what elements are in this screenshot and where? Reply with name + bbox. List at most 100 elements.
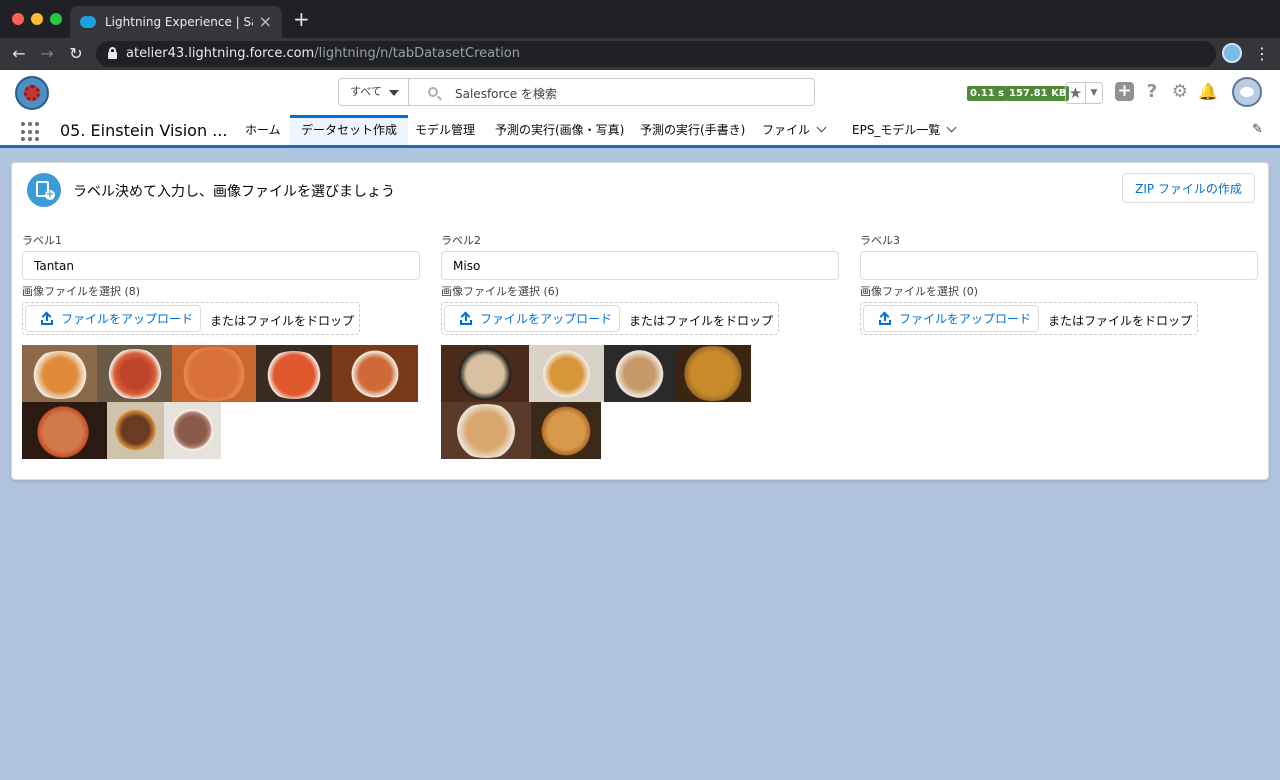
image-thumbnail[interactable] <box>172 345 256 402</box>
global-search-input[interactable]: Salesforce を検索 <box>408 78 815 106</box>
url-text[interactable]: atelier43.lightning.force.com/lightning/… <box>126 46 520 61</box>
user-avatar[interactable] <box>1232 77 1262 107</box>
label-1-image-grid <box>22 345 418 459</box>
page-size-badge: 157.81 KB <box>1006 86 1070 101</box>
favorite-star-icon[interactable]: ★ <box>1066 83 1086 103</box>
url-host: atelier43.lightning.force.com <box>126 46 315 61</box>
app-navigation-bar: 05. Einstein Vision ... ホーム データセット作成 モデル… <box>0 115 1280 148</box>
file-select-1-label: 画像ファイルを選択 (8) <box>22 285 141 298</box>
image-thumbnail[interactable] <box>256 345 332 402</box>
image-thumbnail[interactable] <box>604 345 675 402</box>
app-launcher-icon[interactable] <box>21 122 41 142</box>
search-icon <box>428 87 438 97</box>
image-thumbnail[interactable] <box>107 402 164 459</box>
back-arrow-icon[interactable]: ← <box>9 43 29 65</box>
card-title: ラベル決めて入力し、画像ファイルを選びましょう <box>73 184 395 200</box>
label-column-3: ラベル3 画像ファイルを選択 (0) ファイルをアップロード またはファイルをド… <box>860 233 1258 335</box>
label-column-1: ラベル1 画像ファイルを選択 (8) ファイルをアップロード またはファイルをド… <box>22 233 420 335</box>
upload-icon <box>460 311 472 325</box>
minimize-window-button[interactable] <box>31 13 43 25</box>
label-1-title: ラベル1 <box>22 234 62 247</box>
search-placeholder: Salesforce を検索 <box>455 87 557 101</box>
close-window-button[interactable] <box>12 13 24 25</box>
image-thumbnail[interactable] <box>441 402 531 459</box>
close-tab-icon[interactable]: × <box>259 14 272 30</box>
setup-gear-icon[interactable]: ⚙ <box>1170 82 1190 102</box>
help-icon[interactable]: ? <box>1142 82 1162 102</box>
tab-dataset-creation[interactable]: データセット作成 <box>290 115 409 145</box>
upload-files-button-2[interactable]: ファイルをアップロード <box>444 305 620 332</box>
forward-arrow-icon[interactable]: → <box>37 43 57 65</box>
file-dropzone-1[interactable]: ファイルをアップロード またはファイルをドロップ <box>22 302 360 335</box>
image-thumbnail[interactable] <box>529 345 604 402</box>
image-thumbnail[interactable] <box>97 345 172 402</box>
search-scope-dropdown[interactable]: すべて <box>338 78 409 106</box>
upload-icon <box>879 311 891 325</box>
org-logo[interactable] <box>15 76 49 110</box>
favorites-group: ★ ▼ <box>1065 82 1103 104</box>
drop-files-text: またはファイルをドロップ <box>1048 314 1193 328</box>
browser-tab-title: Lightning Experience | Salesforce <box>105 15 253 29</box>
chevron-down-icon[interactable] <box>816 122 827 133</box>
app-name: 05. Einstein Vision ... <box>60 121 228 140</box>
image-thumbnail[interactable] <box>22 345 97 402</box>
upload-files-button-1[interactable]: ファイルをアップロード <box>25 305 201 332</box>
image-thumbnail[interactable] <box>22 402 107 459</box>
new-tab-icon[interactable]: + <box>293 9 310 29</box>
upload-button-label: ファイルをアップロード <box>480 312 613 326</box>
browser-profile-avatar[interactable] <box>1222 43 1242 63</box>
drop-files-text: またはファイルをドロップ <box>210 314 355 328</box>
upload-button-label: ファイルをアップロード <box>61 312 194 326</box>
dataset-creation-card: + ラベル決めて入力し、画像ファイルを選びましょう ZIP ファイルの作成 ラベ… <box>11 162 1269 480</box>
edit-nav-pencil-icon[interactable]: ✎ <box>1252 122 1263 137</box>
notification-bell-icon[interactable]: 🔔 <box>1198 82 1218 102</box>
search-scope-label: すべて <box>350 85 382 98</box>
browser-tab-strip: Lightning Experience | Salesforce × + <box>0 0 1280 38</box>
image-thumbnail[interactable] <box>332 345 418 402</box>
label-2-image-grid <box>441 345 751 459</box>
upload-files-button-3[interactable]: ファイルをアップロード <box>863 305 1039 332</box>
upload-icon <box>41 311 53 325</box>
tab-model-management[interactable]: モデル管理 <box>404 115 486 145</box>
tab-eps-model-list[interactable]: EPS_モデル一覧 <box>841 115 966 145</box>
salesforce-cloud-icon <box>80 16 96 28</box>
drop-files-text: またはファイルをドロップ <box>629 314 774 328</box>
browser-menu-icon[interactable]: ⋮ <box>1254 43 1270 65</box>
label-3-input[interactable] <box>860 251 1258 280</box>
file-dropzone-2[interactable]: ファイルをアップロード またはファイルをドロップ <box>441 302 779 335</box>
create-zip-button[interactable]: ZIP ファイルの作成 <box>1122 173 1255 203</box>
label-1-input[interactable] <box>22 251 420 280</box>
image-thumbnail[interactable] <box>441 345 529 402</box>
tab-predict-images[interactable]: 予測の実行(画像・写真) <box>484 115 635 145</box>
browser-toolbar: ← → ↻ atelier43.lightning.force.com/ligh… <box>0 38 1280 70</box>
maximize-window-button[interactable] <box>50 13 62 25</box>
lock-icon <box>108 47 117 59</box>
image-thumbnail[interactable] <box>164 402 221 459</box>
address-bar[interactable]: atelier43.lightning.force.com/lightning/… <box>96 41 1216 67</box>
image-thumbnail[interactable] <box>531 402 601 459</box>
tab-home[interactable]: ホーム <box>234 115 292 145</box>
tab-files[interactable]: ファイル <box>751 115 836 145</box>
label-3-title: ラベル3 <box>860 234 900 247</box>
file-select-3-label: 画像ファイルを選択 (0) <box>860 285 979 298</box>
chevron-down-icon[interactable] <box>946 122 957 133</box>
label-column-2: ラベル2 画像ファイルを選択 (6) ファイルをアップロード またはファイルをド… <box>441 233 839 335</box>
url-path: /lightning/n/tabDatasetCreation <box>314 46 520 61</box>
tab-eps-label: EPS_モデル一覧 <box>852 123 941 137</box>
gear-logo-icon <box>24 85 40 101</box>
upload-button-label: ファイルをアップロード <box>899 312 1032 326</box>
new-document-icon: + <box>27 173 61 207</box>
file-select-2-label: 画像ファイルを選択 (6) <box>441 285 560 298</box>
file-dropzone-3[interactable]: ファイルをアップロード またはファイルをドロップ <box>860 302 1198 335</box>
image-thumbnail[interactable] <box>675 345 751 402</box>
browser-tab[interactable]: Lightning Experience | Salesforce × <box>70 6 282 38</box>
page-time-badge: 0.11 s <box>967 86 1008 101</box>
reload-icon[interactable]: ↻ <box>66 43 86 65</box>
global-header: すべて Salesforce を検索 0.11 s 157.81 KB ★ ▼ … <box>0 70 1280 116</box>
global-add-icon[interactable]: + <box>1115 82 1134 101</box>
tab-predict-handwriting[interactable]: 予測の実行(手書き) <box>629 115 756 145</box>
favorites-menu-icon[interactable]: ▼ <box>1086 83 1102 103</box>
tab-files-label: ファイル <box>762 123 811 137</box>
caret-down-icon <box>389 90 399 96</box>
label-2-input[interactable] <box>441 251 839 280</box>
